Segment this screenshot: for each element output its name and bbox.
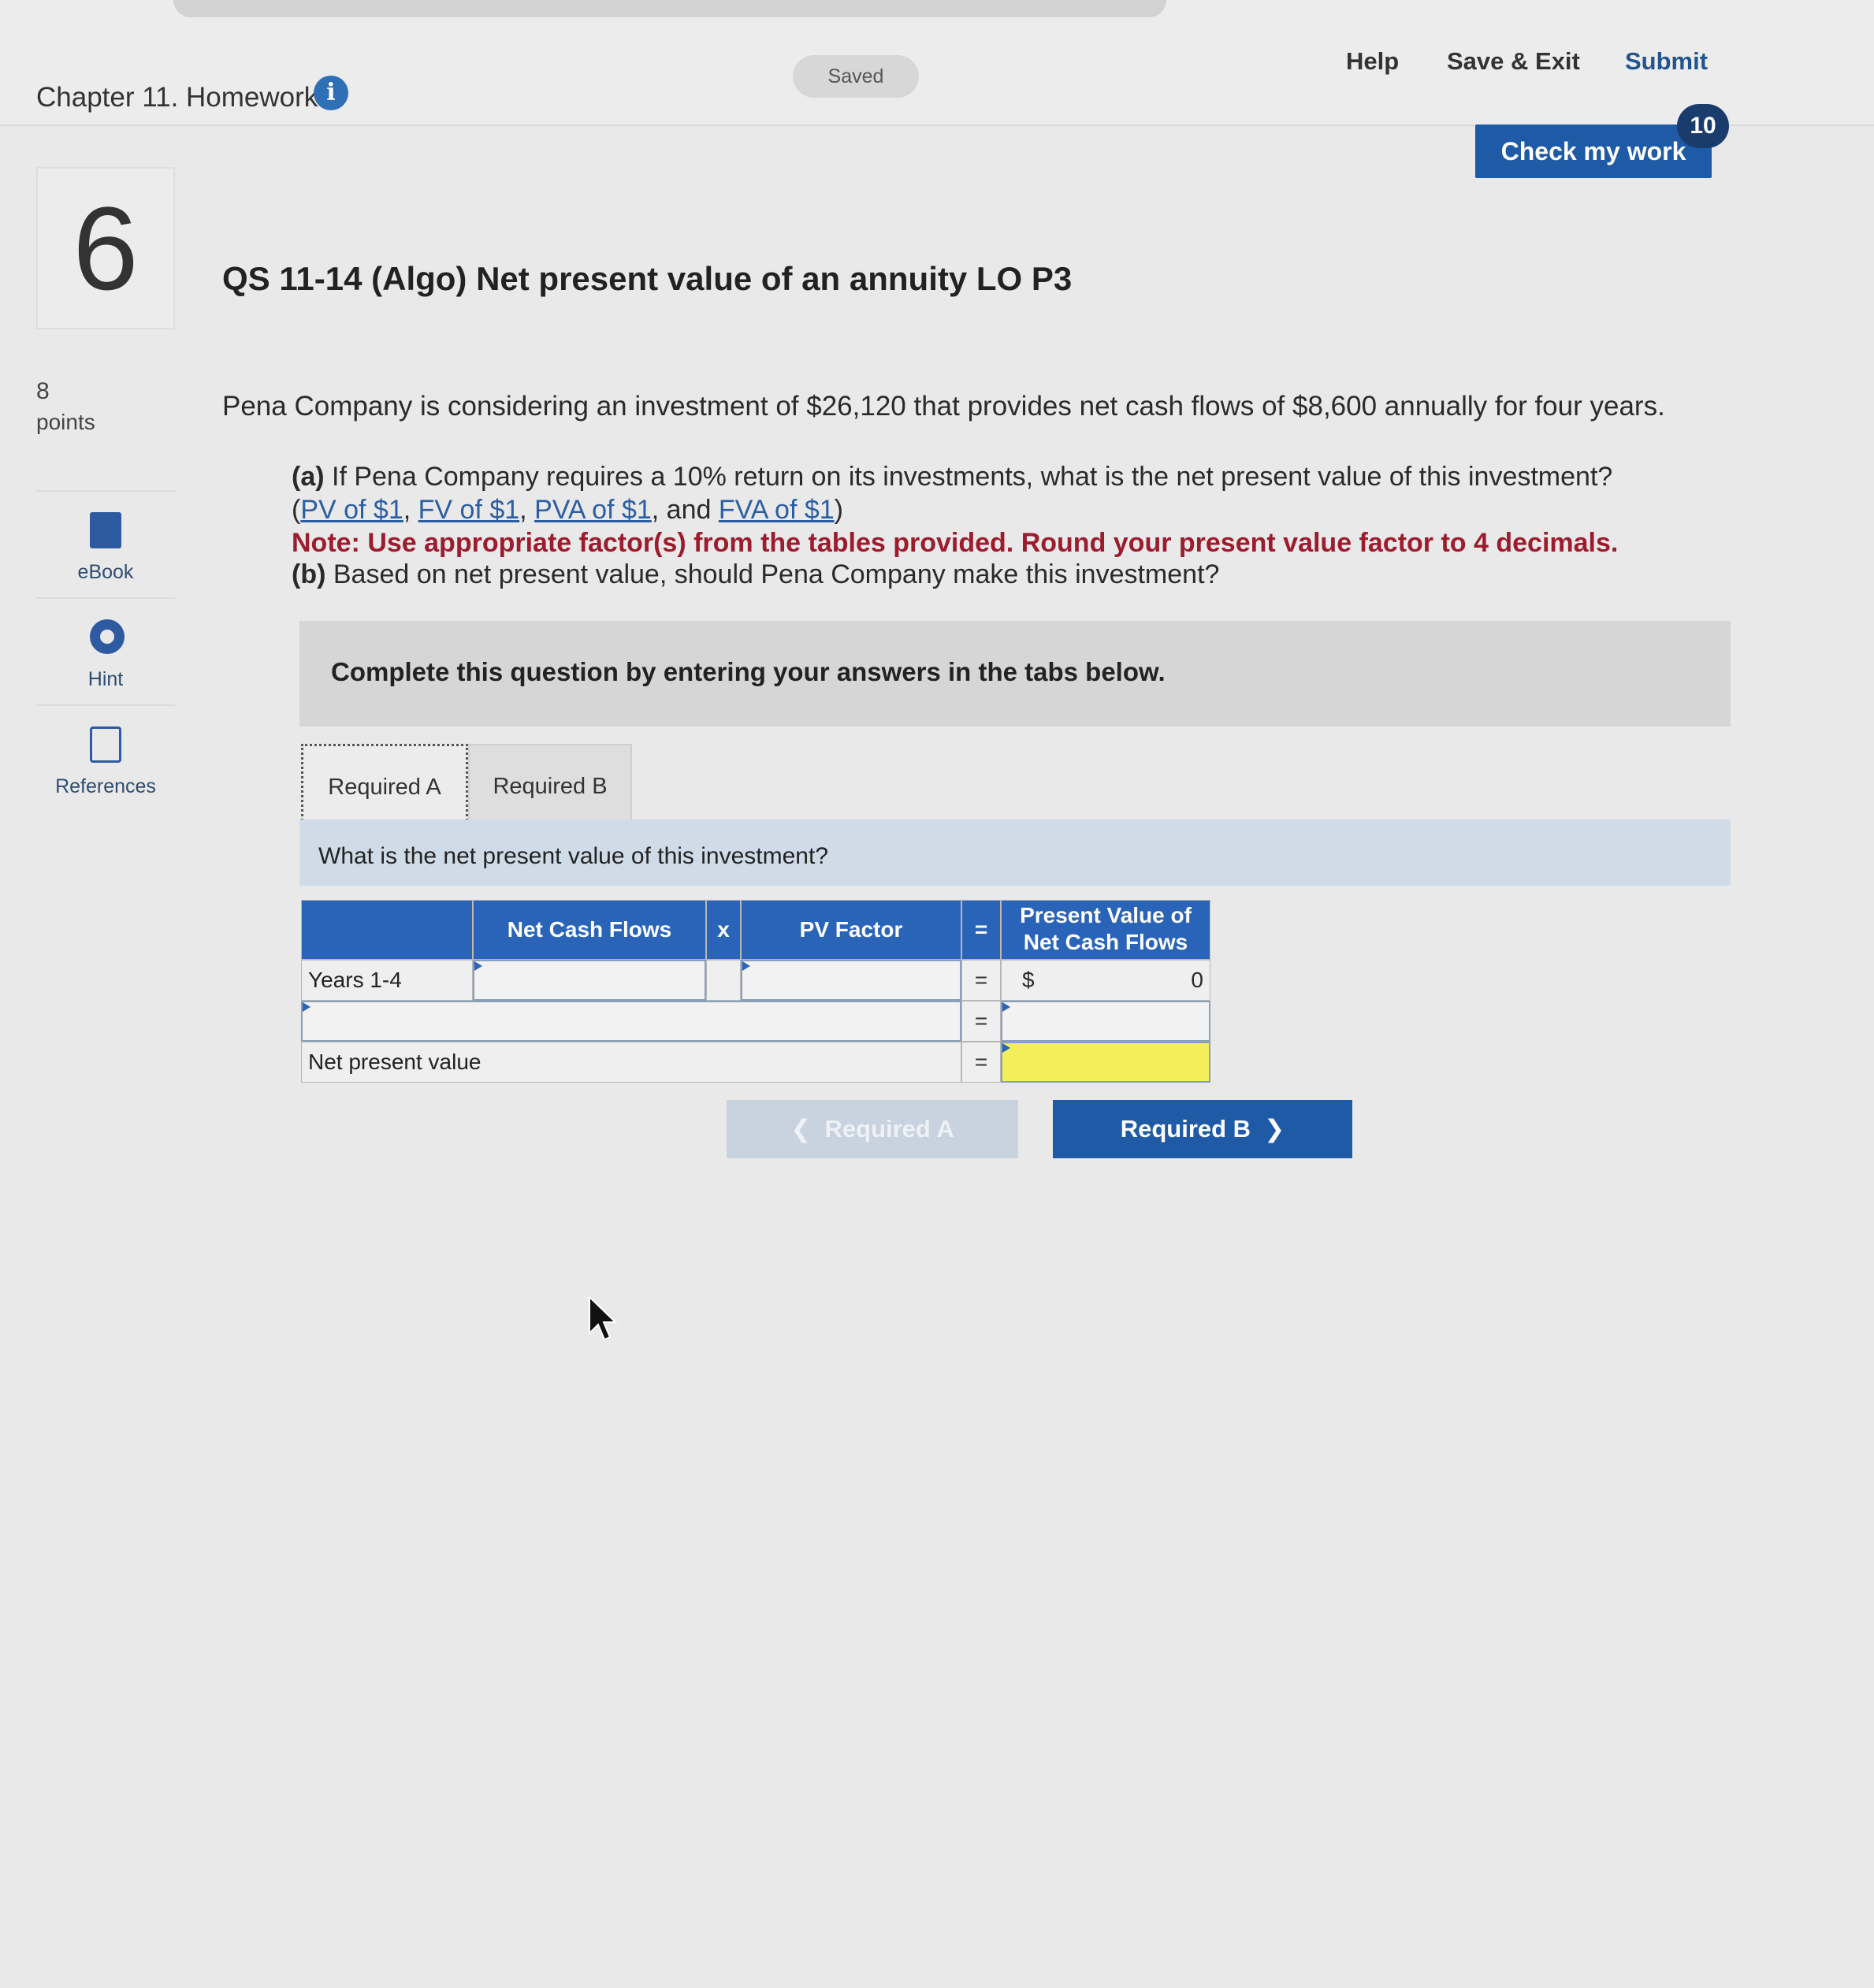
instruction-text: Complete this question by entering your … xyxy=(331,657,1166,686)
fva-table-link[interactable]: FVA of $1 xyxy=(719,495,835,525)
npv-table: Net Cash Flows x PV Factor = Present Val… xyxy=(301,900,1210,1083)
row-label-npv: Net present value xyxy=(301,1042,961,1083)
header-pv-line1: Present Value of xyxy=(1020,903,1192,927)
help-link[interactable]: Help xyxy=(1346,47,1399,76)
hint-label: Hint xyxy=(87,668,124,690)
points-value: 8 xyxy=(36,378,50,404)
prompt-text: What is the net present value of this in… xyxy=(318,843,829,869)
browser-tab-strip xyxy=(173,0,1166,17)
row2-label-input[interactable] xyxy=(301,1001,961,1042)
saved-status: Saved xyxy=(793,55,919,98)
question-title: QS 11-14 (Algo) Net present value of an … xyxy=(222,260,1073,297)
next-label: Required B xyxy=(1120,1115,1251,1143)
row-label-years: Years 1-4 xyxy=(301,960,473,1001)
header-present-value: Present Value of Net Cash Flows xyxy=(1001,900,1210,960)
submit-link[interactable]: Submit xyxy=(1625,47,1708,76)
row2-equals: = xyxy=(961,1001,1001,1042)
part-a-text: (a) If Pena Company requires a 10% retur… xyxy=(292,462,1612,492)
input-marker xyxy=(303,1002,310,1012)
present-value-amount: 0 xyxy=(1191,968,1203,992)
input-marker xyxy=(742,961,750,971)
part-a-prefix: (a) xyxy=(292,462,325,492)
tab-required-a[interactable]: Required A xyxy=(301,744,468,826)
save-exit-link[interactable]: Save & Exit xyxy=(1447,47,1580,76)
input-marker xyxy=(1002,1043,1010,1053)
row2-amount-input[interactable] xyxy=(1001,1001,1210,1042)
chevron-left-icon: ❮ xyxy=(790,1115,812,1143)
assignment-title: Chapter 11. Homework xyxy=(36,82,318,113)
currency-symbol: $ xyxy=(1022,968,1035,992)
header-equals: = xyxy=(961,900,1001,960)
hint-button[interactable]: Hint xyxy=(36,597,175,704)
points-label: points xyxy=(36,410,95,434)
ebook-label: eBook xyxy=(77,561,134,583)
ebook-button[interactable]: eBook xyxy=(36,490,175,597)
copy-icon xyxy=(90,726,121,763)
references-label: References xyxy=(55,775,156,797)
book-icon xyxy=(90,512,121,548)
lifebuoy-icon xyxy=(90,619,125,654)
input-marker xyxy=(1002,1002,1010,1012)
part-a-body: If Pena Company requires a 10% return on… xyxy=(324,462,1613,492)
pva-table-link[interactable]: PVA of $1 xyxy=(534,495,652,525)
header-net-cash-flows: Net Cash Flows xyxy=(473,900,706,960)
header-pv-factor: PV Factor xyxy=(741,900,961,960)
npv-input[interactable] xyxy=(1001,1042,1210,1083)
row3-equals: = xyxy=(961,1042,1001,1083)
prev-required-a-button[interactable]: ❮ Required A xyxy=(727,1100,1018,1158)
fv-table-link[interactable]: FV of $1 xyxy=(418,495,520,525)
question-intro: Pena Company is considering an investmen… xyxy=(222,391,1665,422)
next-required-b-button[interactable]: Required B ❯ xyxy=(1053,1100,1352,1158)
table-links: (PV of $1, FV of $1, PVA of $1, and FVA … xyxy=(292,495,843,525)
part-b-text: (b) Based on net present value, should P… xyxy=(292,559,1219,590)
header-times: x xyxy=(706,900,741,960)
header-pv-line2: Net Cash Flows xyxy=(1023,930,1188,954)
check-attempts-badge: 10 xyxy=(1677,104,1729,148)
part-b-prefix: (b) xyxy=(292,559,326,589)
times-spacer xyxy=(706,960,741,1001)
header-blank xyxy=(301,900,473,960)
pv-factor-input[interactable] xyxy=(741,960,961,1001)
pv-table-link[interactable]: PV of $1 xyxy=(300,495,403,525)
check-my-work-button[interactable]: Check my work xyxy=(1475,124,1712,178)
mouse-cursor-icon xyxy=(589,1295,618,1341)
info-icon[interactable]: i xyxy=(314,76,348,110)
note-text: Note: Use appropriate factor(s) from the… xyxy=(292,528,1619,558)
prev-label: Required A xyxy=(824,1115,954,1143)
input-marker xyxy=(474,961,482,971)
question-number: 6 xyxy=(73,182,139,314)
present-value-output: $ 0 xyxy=(1001,960,1210,1001)
references-button[interactable]: References xyxy=(36,704,175,812)
net-cash-flows-input[interactable] xyxy=(473,960,706,1001)
part-b-body: Based on net present value, should Pena … xyxy=(325,559,1220,589)
chevron-right-icon: ❯ xyxy=(1264,1115,1285,1143)
tab-required-b[interactable]: Required B xyxy=(468,744,632,826)
row1-equals: = xyxy=(961,960,1001,1001)
